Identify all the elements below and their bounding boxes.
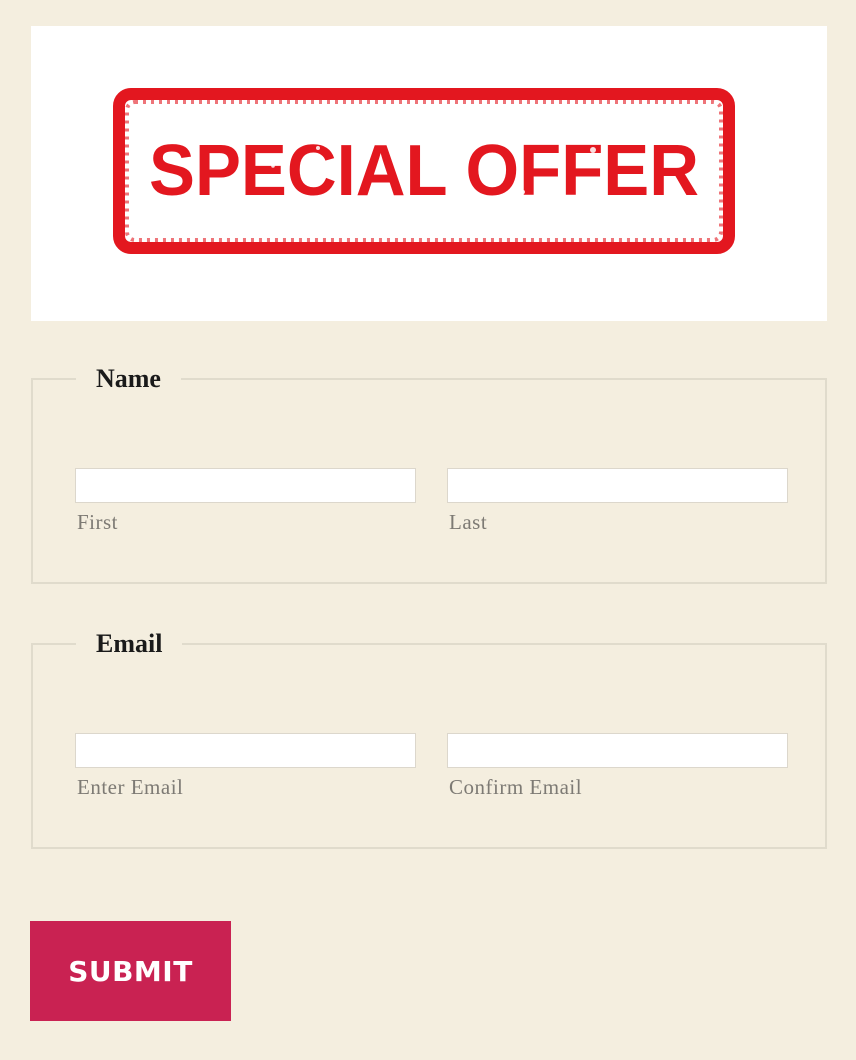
enter-email-input[interactable] (75, 733, 416, 768)
special-offer-banner: SPECIAL OFFER (31, 26, 827, 321)
first-name-field: First (75, 468, 416, 535)
confirm-email-field: Confirm Email (447, 733, 788, 800)
submit-button[interactable]: SUBMIT (30, 921, 231, 1021)
first-name-input[interactable] (75, 468, 416, 503)
enter-email-label: Enter Email (77, 775, 184, 799)
confirm-email-input[interactable] (447, 733, 788, 768)
last-name-input[interactable] (447, 468, 788, 503)
email-legend: Email (96, 629, 163, 658)
last-name-label: Last (449, 510, 488, 534)
email-fieldset: Email Enter Email Confirm Email (31, 631, 827, 849)
enter-email-field: Enter Email (75, 733, 416, 800)
confirm-email-label: Confirm Email (449, 775, 583, 799)
name-legend: Name (96, 364, 161, 393)
first-name-label: First (77, 510, 119, 534)
last-name-field: Last (447, 468, 788, 535)
special-offer-stamp: SPECIAL OFFER (113, 88, 735, 254)
name-fieldset: Name First Last (31, 366, 827, 584)
